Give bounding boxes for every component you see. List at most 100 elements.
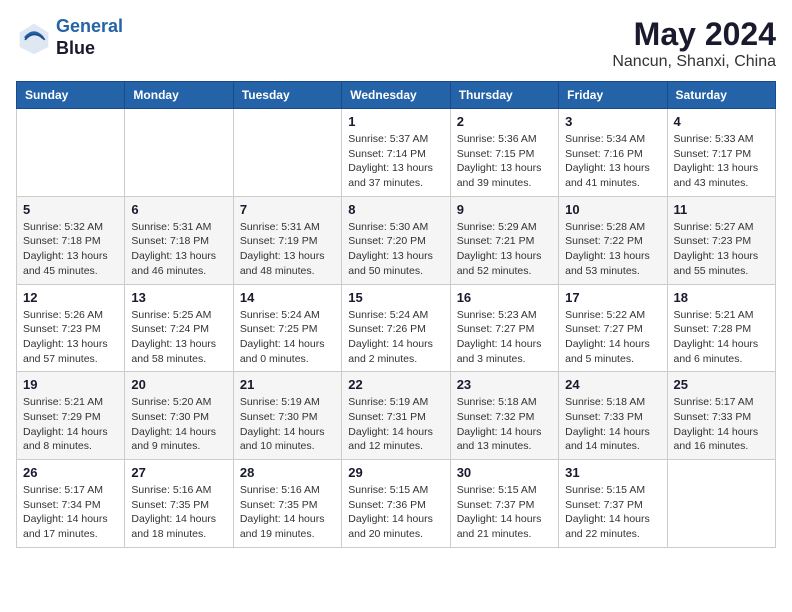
calendar-day-cell: 17Sunrise: 5:22 AM Sunset: 7:27 PM Dayli…	[559, 284, 667, 372]
day-info: Sunrise: 5:20 AM Sunset: 7:30 PM Dayligh…	[131, 395, 226, 454]
day-number: 19	[23, 377, 118, 392]
weekday-header-cell: Friday	[559, 82, 667, 109]
weekday-header-row: SundayMondayTuesdayWednesdayThursdayFrid…	[17, 82, 776, 109]
calendar-day-cell: 13Sunrise: 5:25 AM Sunset: 7:24 PM Dayli…	[125, 284, 233, 372]
day-info: Sunrise: 5:18 AM Sunset: 7:33 PM Dayligh…	[565, 395, 660, 454]
calendar-day-cell: 20 Sunrise: 5:20 AM Sunset: 7:30 PM Dayli…	[125, 372, 233, 460]
calendar-day-cell	[17, 109, 125, 197]
day-info: Sunrise: 5:30 AM Sunset: 7:20 PM Dayligh…	[348, 220, 443, 279]
calendar-table: SundayMondayTuesdayWednesdayThursdayFrid…	[16, 81, 776, 548]
day-info: Sunrise: 5:15 AM Sunset: 7:37 PM Dayligh…	[565, 483, 660, 542]
day-info: Sunrise: 5:23 AM Sunset: 7:27 PM Dayligh…	[457, 308, 552, 367]
day-number: 8	[348, 202, 443, 217]
weekday-header-cell: Wednesday	[342, 82, 450, 109]
page-header: General Blue May 2024 Nancun, Shanxi, Ch…	[16, 16, 776, 71]
calendar-week-row: 12 Sunrise: 5:26 AM Sunset: 7:23 PM Dayli…	[17, 284, 776, 372]
day-info: Sunrise: 5:16 AM Sunset: 7:35 PM Dayligh…	[240, 483, 335, 542]
day-info: Sunrise: 5:25 AM Sunset: 7:24 PM Dayligh…	[131, 308, 226, 367]
weekday-header-cell: Thursday	[450, 82, 558, 109]
calendar-day-cell: 11Sunrise: 5:27 AM Sunset: 7:23 PM Dayli…	[667, 196, 775, 284]
day-info: Sunrise: 5:17 AM Sunset: 7:33 PM Dayligh…	[674, 395, 769, 454]
day-number: 4	[674, 114, 769, 129]
day-number: 7	[240, 202, 335, 217]
calendar-day-cell: 9 Sunrise: 5:29 AM Sunset: 7:21 PM Daylig…	[450, 196, 558, 284]
day-number: 21	[240, 377, 335, 392]
day-info: Sunrise: 5:28 AM Sunset: 7:22 PM Dayligh…	[565, 220, 660, 279]
weekday-header-cell: Monday	[125, 82, 233, 109]
day-number: 20	[131, 377, 226, 392]
calendar-day-cell: 10Sunrise: 5:28 AM Sunset: 7:22 PM Dayli…	[559, 196, 667, 284]
calendar-day-cell: 6Sunrise: 5:31 AM Sunset: 7:18 PM Daylig…	[125, 196, 233, 284]
day-number: 9	[457, 202, 552, 217]
day-info: Sunrise: 5:33 AM Sunset: 7:17 PM Dayligh…	[674, 132, 769, 191]
day-number: 28	[240, 465, 335, 480]
calendar-day-cell: 16 Sunrise: 5:23 AM Sunset: 7:27 PM Dayli…	[450, 284, 558, 372]
day-number: 23	[457, 377, 552, 392]
calendar-day-cell: 7Sunrise: 5:31 AM Sunset: 7:19 PM Daylig…	[233, 196, 341, 284]
title-block: May 2024 Nancun, Shanxi, China	[612, 16, 776, 71]
calendar-body: 1 Sunrise: 5:37 AM Sunset: 7:14 PM Daylig…	[17, 109, 776, 548]
day-info: Sunrise: 5:19 AM Sunset: 7:31 PM Dayligh…	[348, 395, 443, 454]
day-number: 2	[457, 114, 552, 129]
day-number: 27	[131, 465, 226, 480]
day-number: 22	[348, 377, 443, 392]
calendar-week-row: 5Sunrise: 5:32 AM Sunset: 7:18 PM Daylig…	[17, 196, 776, 284]
day-number: 14	[240, 290, 335, 305]
logo-line2: Blue	[56, 38, 123, 60]
calendar-day-cell: 19 Sunrise: 5:21 AM Sunset: 7:29 PM Dayli…	[17, 372, 125, 460]
location-title: Nancun, Shanxi, China	[612, 53, 776, 71]
calendar-day-cell: 21 Sunrise: 5:19 AM Sunset: 7:30 PM Dayli…	[233, 372, 341, 460]
day-info: Sunrise: 5:34 AM Sunset: 7:16 PM Dayligh…	[565, 132, 660, 191]
day-number: 25	[674, 377, 769, 392]
calendar-day-cell: 15 Sunrise: 5:24 AM Sunset: 7:26 PM Dayli…	[342, 284, 450, 372]
day-info: Sunrise: 5:37 AM Sunset: 7:14 PM Dayligh…	[348, 132, 443, 191]
calendar-day-cell: 3 Sunrise: 5:34 AM Sunset: 7:16 PM Daylig…	[559, 109, 667, 197]
day-number: 1	[348, 114, 443, 129]
day-number: 3	[565, 114, 660, 129]
day-number: 29	[348, 465, 443, 480]
day-info: Sunrise: 5:21 AM Sunset: 7:28 PM Dayligh…	[674, 308, 769, 367]
day-number: 24	[565, 377, 660, 392]
calendar-day-cell: 29 Sunrise: 5:15 AM Sunset: 7:36 PM Dayli…	[342, 460, 450, 548]
calendar-week-row: 19 Sunrise: 5:21 AM Sunset: 7:29 PM Dayli…	[17, 372, 776, 460]
calendar-day-cell: 5Sunrise: 5:32 AM Sunset: 7:18 PM Daylig…	[17, 196, 125, 284]
calendar-day-cell: 28 Sunrise: 5:16 AM Sunset: 7:35 PM Dayli…	[233, 460, 341, 548]
day-info: Sunrise: 5:36 AM Sunset: 7:15 PM Dayligh…	[457, 132, 552, 191]
day-number: 12	[23, 290, 118, 305]
day-number: 15	[348, 290, 443, 305]
day-info: Sunrise: 5:24 AM Sunset: 7:25 PM Dayligh…	[240, 308, 335, 367]
day-number: 11	[674, 202, 769, 217]
weekday-header-cell: Sunday	[17, 82, 125, 109]
month-title: May 2024	[612, 16, 776, 53]
calendar-day-cell: 2 Sunrise: 5:36 AM Sunset: 7:15 PM Daylig…	[450, 109, 558, 197]
calendar-week-row: 1 Sunrise: 5:37 AM Sunset: 7:14 PM Daylig…	[17, 109, 776, 197]
calendar-day-cell: 18 Sunrise: 5:21 AM Sunset: 7:28 PM Dayli…	[667, 284, 775, 372]
day-number: 18	[674, 290, 769, 305]
logo-icon	[16, 20, 52, 56]
day-info: Sunrise: 5:21 AM Sunset: 7:29 PM Dayligh…	[23, 395, 118, 454]
day-number: 26	[23, 465, 118, 480]
day-number: 6	[131, 202, 226, 217]
day-info: Sunrise: 5:18 AM Sunset: 7:32 PM Dayligh…	[457, 395, 552, 454]
day-number: 16	[457, 290, 552, 305]
calendar-day-cell: 31Sunrise: 5:15 AM Sunset: 7:37 PM Dayli…	[559, 460, 667, 548]
calendar-day-cell: 1 Sunrise: 5:37 AM Sunset: 7:14 PM Daylig…	[342, 109, 450, 197]
logo-text: General Blue	[56, 16, 123, 59]
calendar-day-cell: 8 Sunrise: 5:30 AM Sunset: 7:20 PM Daylig…	[342, 196, 450, 284]
calendar-day-cell: 27Sunrise: 5:16 AM Sunset: 7:35 PM Dayli…	[125, 460, 233, 548]
day-info: Sunrise: 5:19 AM Sunset: 7:30 PM Dayligh…	[240, 395, 335, 454]
logo-line1: General	[56, 16, 123, 36]
day-info: Sunrise: 5:22 AM Sunset: 7:27 PM Dayligh…	[565, 308, 660, 367]
day-info: Sunrise: 5:26 AM Sunset: 7:23 PM Dayligh…	[23, 308, 118, 367]
calendar-day-cell: 14 Sunrise: 5:24 AM Sunset: 7:25 PM Dayli…	[233, 284, 341, 372]
day-info: Sunrise: 5:29 AM Sunset: 7:21 PM Dayligh…	[457, 220, 552, 279]
day-info: Sunrise: 5:32 AM Sunset: 7:18 PM Dayligh…	[23, 220, 118, 279]
calendar-day-cell: 24 Sunrise: 5:18 AM Sunset: 7:33 PM Dayli…	[559, 372, 667, 460]
calendar-day-cell	[233, 109, 341, 197]
day-info: Sunrise: 5:15 AM Sunset: 7:36 PM Dayligh…	[348, 483, 443, 542]
calendar-day-cell: 26Sunrise: 5:17 AM Sunset: 7:34 PM Dayli…	[17, 460, 125, 548]
calendar-day-cell: 25 Sunrise: 5:17 AM Sunset: 7:33 PM Dayli…	[667, 372, 775, 460]
day-info: Sunrise: 5:24 AM Sunset: 7:26 PM Dayligh…	[348, 308, 443, 367]
calendar-week-row: 26Sunrise: 5:17 AM Sunset: 7:34 PM Dayli…	[17, 460, 776, 548]
weekday-header-cell: Saturday	[667, 82, 775, 109]
